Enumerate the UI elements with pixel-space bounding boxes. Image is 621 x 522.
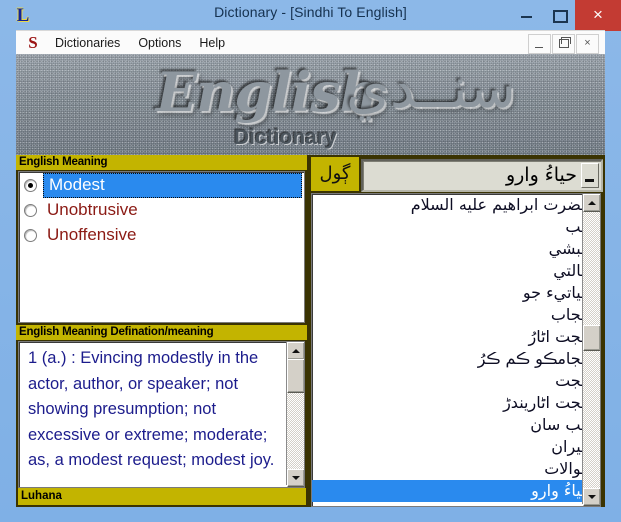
menu-item-dictionaries[interactable]: Dictionaries (46, 34, 129, 52)
radio-button[interactable] (24, 229, 37, 242)
word-list-item[interactable]: حجت (312, 370, 600, 392)
search-dropdown-button[interactable] (581, 163, 599, 188)
radio-button[interactable] (24, 204, 37, 217)
menu-item-help[interactable]: Help (190, 34, 234, 52)
search-input-value: حياءُ وارو (505, 164, 577, 186)
mdi-restore-button[interactable] (552, 34, 575, 54)
meaning-label: Modest (49, 175, 105, 194)
search-row: ڳول حياءُ وارو (311, 157, 603, 192)
scrollbar-thumb[interactable] (287, 359, 304, 393)
word-list-item[interactable]: حجاب (312, 304, 600, 326)
search-input[interactable]: حياءُ وارو (361, 159, 603, 192)
word-list-item[interactable]: حجامڪو ڪم ڪرُ (312, 348, 600, 370)
application-window: L Dictionary - [Sindhi To English] × S D… (0, 0, 621, 522)
window-controls: × (511, 0, 621, 31)
close-icon: × (593, 5, 603, 24)
mdi-close-button[interactable]: × (576, 34, 599, 54)
definition-text: 1 (a.) : Evincing modestly in the actor,… (28, 349, 275, 469)
menu-item-options[interactable]: Options (129, 34, 190, 52)
banner-sindhi-text: سنــدي (346, 56, 516, 121)
meaning-option-unoffensive[interactable]: Unoffensive (19, 222, 304, 247)
definition-scrollbar[interactable] (286, 342, 304, 487)
chevron-down-icon (588, 495, 596, 499)
english-meaning-list[interactable]: Modest Unobtrusive Unoffensive (18, 171, 305, 323)
minimize-icon (521, 16, 532, 18)
title-bar: L Dictionary - [Sindhi To English] × (0, 0, 621, 32)
word-list-rows: حضرت ابراهيم عليه السلام حَب حبشي حالتي حيات… (312, 194, 600, 502)
scrollbar-thumb[interactable] (583, 325, 600, 351)
sindhi-word-list[interactable]: حضرت ابراهيم عليه السلام حَب حبشي حالتي حيات… (311, 193, 601, 507)
right-panel: ڳول حياءُ وارو حضرت ابراهيم عليه السلام ح… (309, 155, 605, 507)
document-icon: S (28, 33, 38, 52)
word-list-item[interactable]: حوالات (312, 458, 600, 480)
banner-english-text: English (156, 60, 379, 124)
chevron-up-icon (292, 349, 300, 353)
definition-box[interactable]: 1 (a.) : Evincing modestly in the actor,… (18, 341, 305, 488)
menu-bar: S Dictionaries Options Help × (16, 30, 605, 55)
word-list-item[interactable]: حُجت اٹاريندڑ (312, 392, 600, 414)
close-button[interactable]: × (575, 0, 621, 31)
word-list-item[interactable]: حجت اٹارُ (312, 326, 600, 348)
scroll-up-button[interactable] (583, 194, 600, 212)
scroll-up-button[interactable] (287, 342, 304, 360)
word-list-item[interactable]: حُب سان (312, 414, 600, 436)
search-label: ڳول (311, 157, 359, 191)
banner-subtitle: Dictionary (234, 126, 337, 149)
minimize-icon (535, 47, 543, 48)
english-meaning-header: English Meaning (16, 155, 307, 170)
left-panel: English Meaning Modest Unobtrusive Unoff… (16, 155, 307, 507)
word-list-item[interactable]: حبشي (312, 238, 600, 260)
mdi-window-controls: × (527, 34, 599, 54)
meaning-label: Unobtrusive (47, 200, 138, 219)
content-area: English Meaning Modest Unobtrusive Unoff… (16, 155, 605, 507)
close-icon: × (584, 37, 591, 49)
mdi-minimize-button[interactable] (528, 34, 551, 54)
word-list-item[interactable]: حالتي (312, 260, 600, 282)
maximize-button[interactable] (543, 0, 575, 31)
status-bar: Luhana (18, 488, 306, 505)
scroll-down-button[interactable] (287, 469, 304, 487)
word-list-item[interactable]: حياءُ وارو (312, 480, 600, 502)
word-list-item[interactable]: حضرت ابراهيم عليه السلام (312, 194, 600, 216)
scroll-down-button[interactable] (583, 488, 600, 506)
meaning-option-modest[interactable]: Modest (19, 172, 304, 198)
banner-image: English سنــدي Dictionary (16, 54, 605, 155)
radio-button[interactable] (24, 179, 37, 192)
maximize-icon (553, 10, 568, 23)
definition-header: English Meaning Defination/meaning (16, 325, 307, 340)
meaning-option-unobtrusive[interactable]: Unobtrusive (19, 197, 304, 222)
minimize-button[interactable] (511, 0, 543, 31)
chevron-up-icon (588, 201, 596, 205)
meaning-label: Unoffensive (47, 225, 137, 244)
word-list-item[interactable]: حياتيء جو (312, 282, 600, 304)
word-list-scrollbar[interactable] (582, 194, 600, 506)
chevron-down-icon (292, 476, 300, 480)
word-list-item[interactable]: حَب (312, 216, 600, 238)
word-list-item[interactable]: حيران (312, 436, 600, 458)
restore-icon (559, 37, 571, 48)
menu-items: Dictionaries Options Help (46, 34, 234, 52)
